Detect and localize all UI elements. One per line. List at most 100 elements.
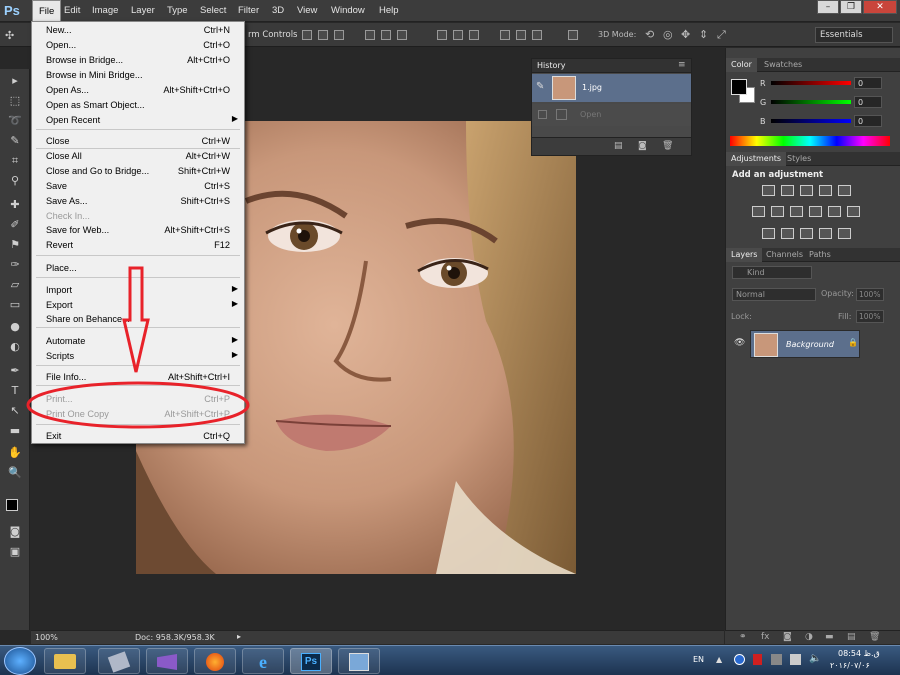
history-snapshot-row[interactable]: ✎ 1.jpg — [532, 74, 691, 102]
new-document-from-state-icon[interactable]: ▤ — [614, 141, 623, 151]
restore-button[interactable]: ❐ — [840, 0, 862, 14]
tab-channels[interactable]: Channels — [761, 248, 808, 262]
menu-item-revert[interactable]: Revert F12 — [32, 239, 244, 253]
align-bottom-icon[interactable] — [334, 30, 344, 40]
gradient-tool-icon[interactable]: ▭ — [6, 297, 24, 313]
tray-info-icon[interactable] — [734, 654, 745, 665]
channel-b-value[interactable]: 0 — [854, 115, 882, 127]
language-indicator[interactable]: EN — [693, 655, 704, 664]
black-white-icon[interactable] — [790, 206, 803, 217]
menu-item-close-and-go-to-bridge[interactable]: Close and Go to Bridge... Shift+Ctrl+W — [32, 165, 244, 179]
opacity-input[interactable]: 100% — [856, 288, 884, 301]
menu-item-check-in[interactable]: Check In... — [32, 210, 244, 224]
menu-filter[interactable]: Filter — [238, 5, 259, 16]
menu-view[interactable]: View — [297, 5, 317, 16]
photo-filter-icon[interactable] — [809, 206, 822, 217]
threshold-icon[interactable] — [800, 228, 813, 239]
channel-mixer-icon[interactable] — [828, 206, 841, 217]
menu-item-open-as[interactable]: Open As... Alt+Shift+Ctrl+O — [32, 84, 244, 98]
healing-brush-tool-icon[interactable]: ✚ — [6, 197, 24, 213]
new-adjustment-layer-icon[interactable]: ◑ — [805, 632, 813, 642]
menu-item-place[interactable]: Place... — [32, 262, 244, 276]
screen-mode-icon[interactable]: ▣ — [6, 544, 24, 560]
move-tool-icon[interactable]: ✣ — [5, 29, 14, 42]
quick-select-tool-icon[interactable]: ✎ — [6, 133, 24, 149]
fill-input[interactable]: 100% — [856, 310, 884, 323]
menu-item-scripts[interactable]: Scripts ▶ — [32, 350, 244, 364]
hand-tool-icon[interactable]: ✋ — [6, 445, 24, 461]
align-vcenter-icon[interactable] — [318, 30, 328, 40]
link-layers-icon[interactable]: ⚭ — [739, 632, 747, 642]
app-taskbar-icon[interactable] — [338, 648, 380, 674]
history-tab[interactable]: History — [537, 61, 565, 70]
new-group-icon[interactable]: ▬ — [825, 632, 834, 642]
hue-saturation-icon[interactable] — [752, 206, 765, 217]
menu-select[interactable]: Select — [200, 5, 226, 16]
history-step-checkbox[interactable] — [538, 110, 547, 119]
visibility-eye-icon[interactable]: 👁 — [734, 338, 745, 348]
menu-item-file-info[interactable]: File Info... Alt+Shift+Ctrl+I — [32, 371, 244, 385]
tab-color[interactable]: Color — [726, 58, 757, 72]
menu-edit[interactable]: Edit — [64, 5, 80, 16]
brightness-contrast-icon[interactable] — [762, 185, 775, 196]
foreground-color-swatch[interactable] — [731, 79, 747, 95]
clone-stamp-tool-icon[interactable]: ⚑ — [6, 237, 24, 253]
eraser-tool-icon[interactable]: ▱ — [6, 277, 24, 293]
fx-icon[interactable]: fx — [761, 632, 770, 642]
visual-studio-taskbar-icon[interactable] — [146, 648, 188, 674]
blend-mode-select[interactable]: Normal — [732, 288, 816, 301]
tab-paths[interactable]: Paths — [804, 248, 836, 262]
layer-row-background[interactable]: Background 🔒 — [750, 330, 860, 358]
clock-time[interactable]: 08:54 ق.ظ — [838, 649, 880, 658]
menu-item-browse-in-bridge[interactable]: Browse in Bridge... Alt+Ctrl+O — [32, 54, 244, 68]
distribute-bottom-icon[interactable] — [469, 30, 479, 40]
vibrance-icon[interactable] — [838, 185, 851, 196]
selective-color-icon[interactable] — [819, 228, 832, 239]
menu-item-browse-in-mini-bridge[interactable]: Browse in Mini Bridge... — [32, 69, 244, 83]
menu-item-close-all[interactable]: Close All Alt+Ctrl+W — [32, 150, 244, 164]
lasso-tool-icon[interactable]: ➰ — [6, 113, 24, 129]
explorer-taskbar-icon[interactable] — [44, 648, 86, 674]
channel-b-slider[interactable] — [771, 119, 851, 123]
levels-icon[interactable] — [781, 185, 794, 196]
menu-3d[interactable]: 3D — [272, 5, 284, 16]
distribute-vcenter-icon[interactable] — [453, 30, 463, 40]
tab-styles[interactable]: Styles — [782, 152, 816, 166]
menu-item-save-for-web[interactable]: Save for Web... Alt+Shift+Ctrl+S — [32, 224, 244, 238]
menu-file[interactable]: File — [32, 0, 62, 22]
3d-drag-icon[interactable]: ✥ — [681, 28, 690, 41]
shape-tool-icon[interactable]: ▬ — [6, 423, 24, 439]
marquee-tool-icon[interactable]: ⬚ — [6, 93, 24, 109]
zoom-tool-icon[interactable]: 🔍 — [6, 465, 24, 481]
menu-item-exit[interactable]: Exit Ctrl+Q — [32, 430, 244, 444]
quick-mask-icon[interactable]: ◙ — [6, 524, 24, 540]
trash-icon[interactable]: 🗑 — [662, 141, 673, 151]
start-button[interactable] — [4, 647, 36, 675]
distribute-left-icon[interactable] — [500, 30, 510, 40]
zoom-level[interactable]: 100% — [35, 633, 58, 642]
menu-type[interactable]: Type — [167, 5, 188, 16]
type-tool-icon[interactable]: T — [6, 383, 24, 399]
3d-scale-icon[interactable]: ⤢ — [717, 28, 726, 42]
minimize-button[interactable]: – — [817, 0, 839, 14]
path-select-tool-icon[interactable]: ↖ — [6, 403, 24, 419]
align-hcenter-icon[interactable] — [381, 30, 391, 40]
channel-r-slider[interactable] — [771, 81, 851, 85]
menu-item-save[interactable]: Save Ctrl+S — [32, 180, 244, 194]
invert-icon[interactable] — [762, 228, 775, 239]
posterize-icon[interactable] — [781, 228, 794, 239]
tab-layers[interactable]: Layers — [726, 248, 763, 262]
align-right-icon[interactable] — [397, 30, 407, 40]
3d-rotate-icon[interactable]: ⟲ — [645, 28, 654, 41]
layer-name[interactable]: Background — [786, 340, 834, 349]
menu-window[interactable]: Window — [331, 5, 365, 16]
brush-tool-icon[interactable]: ✐ — [6, 217, 24, 233]
pen-tool-icon[interactable]: ✒ — [6, 363, 24, 379]
menu-item-print[interactable]: Print... Ctrl+P — [32, 393, 244, 407]
firefox-taskbar-icon[interactable] — [194, 648, 236, 674]
tray-arrow-icon[interactable]: ▲ — [716, 655, 722, 664]
align-left-icon[interactable] — [365, 30, 375, 40]
workspace-switcher[interactable]: Essentials — [815, 27, 893, 43]
3d-slide-icon[interactable]: ⇕ — [699, 28, 708, 41]
history-menu-icon[interactable]: ≡ — [678, 60, 686, 70]
